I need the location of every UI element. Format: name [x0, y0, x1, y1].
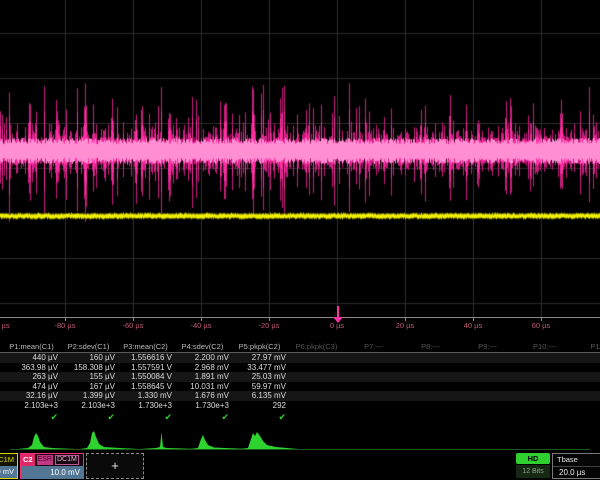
trigger-position-marker[interactable] — [337, 306, 339, 317]
measure-cell: 10.031 mV — [174, 382, 231, 392]
c2-scale-value: 10.0 mV — [21, 466, 83, 479]
status-check-icon: ✔ — [174, 410, 231, 424]
histicon-strip — [0, 429, 600, 452]
histicon-p5[interactable] — [240, 429, 300, 451]
timebase-scale-value: 20.0 µs — [553, 467, 600, 479]
measure-cell: 440 µV — [3, 353, 60, 363]
c2-coupling-badge: DC1M — [55, 455, 79, 465]
waveform-display — [0, 0, 600, 320]
time-tick-label: 40 µs — [464, 321, 483, 330]
measure-cell: 33.477 mV — [231, 363, 288, 373]
measure-row-num: 2.103e+32.103e+31.730e+31.730e+3292 — [0, 401, 600, 411]
measure-row-min: 263 µV155 µV1.550084 V1.891 mV25.03 mV — [0, 372, 600, 382]
measure-row-mean: 363.98 µV158.308 µV1.557591 V2.968 mV33.… — [0, 363, 600, 373]
bottom-bar: DC1M 0 mV C2 ESR DC1M 10.0 mV + HD 12 Bi… — [0, 452, 600, 480]
add-trace-button[interactable]: + — [86, 453, 144, 479]
measure-cell: 1.550084 V — [117, 372, 174, 382]
measure-header-p6[interactable]: P6:pkpk(C3) — [288, 341, 345, 352]
time-axis: -100 µs-80 µs-60 µs-40 µs-20 µs0 µs20 µs… — [0, 317, 600, 335]
time-tick-label: -60 µs — [123, 321, 144, 330]
measure-header-p8[interactable]: P8:--- — [402, 341, 459, 352]
measure-cell: 1.558645 V — [117, 382, 174, 392]
hd-mode-box[interactable]: HD 12 Bits — [516, 453, 550, 479]
measure-header-p4[interactable]: P4:sdev(C2) — [174, 341, 231, 352]
measure-cell: 167 µV — [60, 382, 117, 392]
measure-cell: 155 µV — [60, 372, 117, 382]
timebase-title: Tbase — [557, 454, 578, 466]
time-tick-label: -40 µs — [191, 321, 212, 330]
measure-table: P1:mean(C1)P2:sdev(C1)P3:mean(C2)P4:sdev… — [0, 341, 600, 424]
status-check-icon: ✔ — [3, 410, 60, 424]
measure-cell: 292 — [231, 401, 288, 411]
measure-row-max: 474 µV167 µV1.558645 V10.031 mV59.97 mV — [0, 382, 600, 392]
time-tick-label: 60 µs — [532, 321, 551, 330]
measure-cell: 263 µV — [3, 372, 60, 382]
measure-cell: 1.556616 V — [117, 353, 174, 363]
measure-body: 440 µV160 µV1.556616 V2.200 mV27.97 mV36… — [0, 353, 600, 424]
measure-row-status: ✔✔✔✔✔ — [0, 410, 600, 424]
status-check-icon: ✔ — [117, 410, 174, 424]
plus-icon: + — [111, 458, 119, 473]
measure-cell: 474 µV — [3, 382, 60, 392]
measure-cell: 2.200 mV — [174, 353, 231, 363]
c1-coupling-badge: DC1M — [0, 454, 17, 466]
timebase-descriptor[interactable]: Tbase 20.0 µs — [552, 453, 600, 479]
measure-cell: 1.891 mV — [174, 372, 231, 382]
measure-header-p1[interactable]: P1:mean(C1) — [3, 341, 60, 352]
measure-cell: 1.330 mV — [117, 391, 174, 401]
measure-header-p2[interactable]: P2:sdev(C1) — [60, 341, 117, 352]
time-tick-label: 20 µs — [396, 321, 415, 330]
measure-cell: 25.03 mV — [231, 372, 288, 382]
measure-cell: 6.135 mV — [231, 391, 288, 401]
measure-cell: 1.557591 V — [117, 363, 174, 373]
channel-c2-descriptor[interactable]: C2 ESR DC1M 10.0 mV — [20, 453, 84, 479]
hd-badge: HD — [516, 453, 550, 464]
measure-cell: 2.968 mV — [174, 363, 231, 373]
time-tick-label: -20 µs — [259, 321, 280, 330]
c2-channel-label: C2 — [21, 454, 35, 466]
measure-cell: 27.97 mV — [231, 353, 288, 363]
measure-header-p3[interactable]: P3:mean(C2) — [117, 341, 174, 352]
measure-row-sdev: 32.16 µV1.399 µV1.330 mV1.676 mV6.135 mV — [0, 391, 600, 401]
c1-offset-value: 0 mV — [0, 466, 17, 478]
status-check-icon: ✔ — [231, 410, 288, 424]
active-trace-annotation — [0, 0, 84, 8]
measure-cell: 59.97 mV — [231, 382, 288, 392]
c2-esr-badge: ESR — [37, 455, 53, 465]
measure-cell: 2.103e+3 — [3, 401, 60, 411]
measure-cell: 1.730e+3 — [174, 401, 231, 411]
measure-cell: 363.98 µV — [3, 363, 60, 373]
histicon-p2[interactable] — [80, 429, 140, 451]
measure-header-p9[interactable]: P9:--- — [459, 341, 516, 352]
time-tick-label: -80 µs — [55, 321, 76, 330]
measure-cell: 1.730e+3 — [117, 401, 174, 411]
measure-header-p10[interactable]: P10:--- — [516, 341, 573, 352]
measure-cell: 2.103e+3 — [60, 401, 117, 411]
measure-cell: 160 µV — [60, 353, 117, 363]
histicon-p1[interactable] — [18, 429, 78, 451]
measure-header-row: P1:mean(C1)P2:sdev(C1)P3:mean(C2)P4:sdev… — [0, 341, 600, 353]
hd-bits-label: 12 Bits — [516, 465, 550, 478]
measure-row-value: 440 µV160 µV1.556616 V2.200 mV27.97 mV — [0, 353, 600, 363]
trigger-marker-icon[interactable] — [333, 317, 343, 323]
measure-cell: 158.308 µV — [60, 363, 117, 373]
channel-c1-descriptor[interactable]: DC1M 0 mV — [0, 453, 18, 479]
measure-cell: 1.676 mV — [174, 391, 231, 401]
measure-cell: 32.16 µV — [3, 391, 60, 401]
measure-cell: 1.399 µV — [60, 391, 117, 401]
measure-header-p11[interactable]: P11:--- — [573, 341, 600, 352]
measure-header-p7[interactable]: P7:--- — [345, 341, 402, 352]
oscilloscope-screen: -100 µs-80 µs-60 µs-40 µs-20 µs0 µs20 µs… — [0, 0, 600, 480]
measure-header-p5[interactable]: P5:pkpk(C2) — [231, 341, 288, 352]
time-tick-label: -100 µs — [0, 321, 10, 330]
status-check-icon: ✔ — [60, 410, 117, 424]
